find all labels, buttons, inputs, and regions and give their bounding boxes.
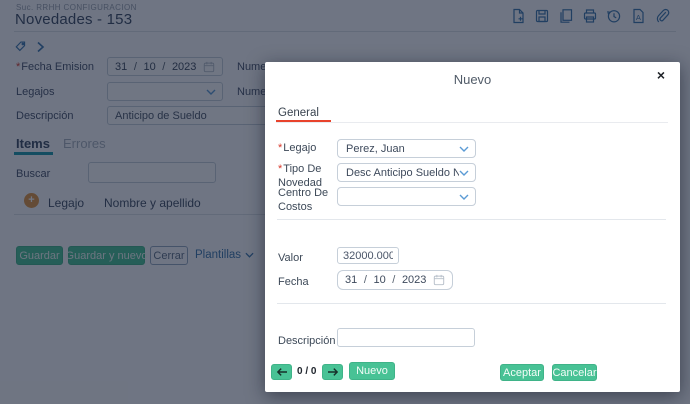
legajo-value: Perez, Juan	[346, 142, 405, 155]
date-separator: /	[392, 274, 396, 286]
year-value[interactable]: 2023	[402, 274, 426, 286]
modal-descripcion-label: Descripción	[278, 335, 336, 347]
centro-costos-label: Centro De Costos	[278, 187, 329, 214]
record-counter: 0 / 0	[297, 366, 317, 377]
divider	[277, 219, 666, 220]
tipo-novedad-value: Desc Anticipo Sueldo NO Liqui	[346, 166, 459, 179]
valor-label: Valor	[278, 252, 303, 264]
nuevo-button[interactable]: Nuevo	[349, 362, 395, 380]
valor-field	[337, 247, 399, 264]
required-marker: *	[278, 142, 283, 154]
legajo-label: *Legajo	[278, 142, 317, 154]
prev-record-button[interactable]	[271, 364, 292, 380]
legajo-select[interactable]: Perez, Juan	[337, 139, 476, 158]
arrow-left-icon	[276, 367, 288, 377]
close-icon[interactable]: ×	[657, 67, 665, 83]
chevron-down-icon	[459, 146, 475, 152]
fecha-field[interactable]: 31 / 10 / 2023	[337, 270, 453, 290]
valor-input[interactable]	[338, 248, 398, 263]
chevron-down-icon	[459, 170, 475, 176]
divider	[277, 303, 666, 304]
month-value[interactable]: 10	[373, 274, 385, 286]
tab-general[interactable]: General	[278, 107, 319, 119]
required-marker: *	[278, 163, 283, 175]
chevron-down-icon	[459, 194, 475, 200]
nuevo-dialog: Nuevo × General *Legajo Perez, Juan *Tip…	[265, 62, 680, 392]
next-record-button[interactable]	[322, 364, 343, 380]
arrow-right-icon	[327, 367, 339, 377]
calendar-icon[interactable]	[433, 274, 445, 286]
modal-descripcion-field	[337, 328, 475, 347]
day-value[interactable]: 31	[345, 274, 357, 286]
dialog-title: Nuevo	[453, 72, 492, 87]
tipo-novedad-select[interactable]: Desc Anticipo Sueldo NO Liqui	[337, 163, 476, 182]
aceptar-button[interactable]: Aceptar	[500, 364, 544, 381]
tab-divider	[276, 122, 668, 123]
centro-costos-select[interactable]	[337, 187, 476, 206]
modal-descripcion-input[interactable]	[338, 329, 474, 346]
app-window: Suc. RRHH CONFIGURACION Novedades - 153 …	[0, 0, 690, 404]
date-separator: /	[363, 274, 367, 286]
fecha-label: Fecha	[278, 276, 309, 288]
cancelar-button[interactable]: Cancelar	[552, 364, 597, 381]
